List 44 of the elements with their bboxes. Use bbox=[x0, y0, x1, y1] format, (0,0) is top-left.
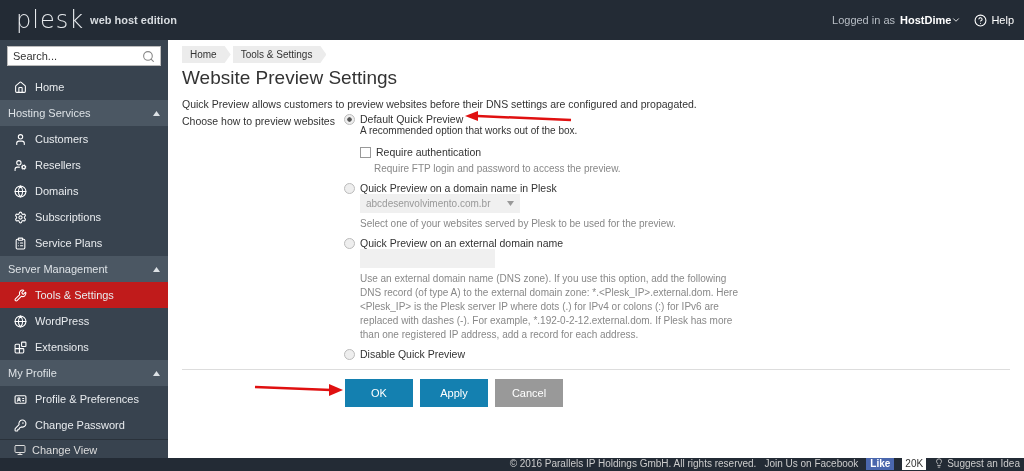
section-title: Server Management bbox=[8, 263, 108, 275]
sidebar-item[interactable]: Home bbox=[0, 74, 168, 100]
logged-in-label: Logged in as bbox=[832, 14, 896, 26]
logo: plesk bbox=[16, 6, 85, 34]
section-header[interactable]: Server Management bbox=[0, 256, 168, 282]
hint-text: Require FTP login and password to access the preview. bbox=[373, 162, 622, 176]
sidebar-item[interactable]: Extensions bbox=[0, 334, 168, 360]
field-label: Choose how to preview websites bbox=[182, 114, 336, 129]
primary-button[interactable]: Apply bbox=[420, 379, 488, 407]
section-title: My Profile bbox=[8, 367, 57, 379]
sidebar-item[interactable]: Subscriptions bbox=[0, 204, 168, 230]
sidebar-item[interactable]: Tools & Settings bbox=[0, 282, 168, 308]
radio-option[interactable]: Quick Preview on a domain name in Plesk bbox=[344, 182, 557, 194]
search-field[interactable]: Search... bbox=[7, 46, 161, 66]
breadcrumb-link[interactable]: Tools & Settings bbox=[232, 46, 327, 63]
primary-button[interactable]: OK bbox=[345, 379, 413, 407]
sidebar-item[interactable]: WordPress bbox=[0, 308, 168, 334]
help-link[interactable]: Help bbox=[974, 13, 1014, 27]
like-count: 20K bbox=[902, 458, 927, 470]
section-header[interactable]: Hosting Services bbox=[0, 100, 168, 126]
breadcrumb-link[interactable]: Home bbox=[182, 46, 231, 63]
radio-option[interactable]: Disable Quick Preview bbox=[344, 348, 466, 360]
sidebar-item[interactable]: Profile & Preferences bbox=[0, 386, 168, 412]
radio-option[interactable]: Default Quick Preview bbox=[344, 113, 464, 125]
sidebar-item[interactable]: Domains bbox=[0, 178, 168, 204]
hint-text: Use an external domain name (DNS zone). If you use this option, add the following DNS record (of type A) to the external domain zone: *.<Plesk_IP>.external.dom. Here <Plesk_IP> is the Plesk server IP where dots (.) for IPv4 or colons (:) for IPv6 are replaced with dashes (-). For example, *.192-0-2-12.external.dom. If Plesk has more than one registered IP address, add a record for each address. bbox=[360, 272, 739, 342]
user-menu[interactable]: HostDime bbox=[900, 14, 962, 26]
page-title: Website Preview Settings bbox=[182, 67, 399, 89]
facebook-link[interactable]: Join Us on Facebook bbox=[764, 458, 859, 470]
suggest-link[interactable]: Suggest an Idea bbox=[934, 458, 1020, 470]
sidebar-item[interactable]: Resellers bbox=[0, 152, 168, 178]
sidebar-item[interactable]: Change Password bbox=[0, 412, 168, 438]
section-header[interactable]: My Profile bbox=[0, 360, 168, 386]
description-text: Quick Preview allows customers to preview websites before their DNS settings are configured and propagated. bbox=[182, 98, 698, 110]
like-button[interactable]: Like bbox=[866, 458, 895, 470]
edition-label: web host edition bbox=[90, 14, 177, 26]
copyright-text: © 2016 Parallels IP Holdings GmbH. All rights reserved. bbox=[509, 458, 757, 470]
radio-option[interactable]: Quick Preview on an external domain name bbox=[344, 237, 564, 249]
option-note: A recommended option that works out of the box. bbox=[360, 125, 579, 136]
sidebar-item[interactable]: Customers bbox=[0, 126, 168, 152]
checkbox-option[interactable]: Require authentication bbox=[360, 146, 1010, 158]
section-title: Hosting Services bbox=[8, 107, 91, 119]
hint-text: Select one of your websites served by Plesk to be used for the preview. bbox=[360, 217, 677, 231]
sidebar-item[interactable]: Service Plans bbox=[0, 230, 168, 256]
